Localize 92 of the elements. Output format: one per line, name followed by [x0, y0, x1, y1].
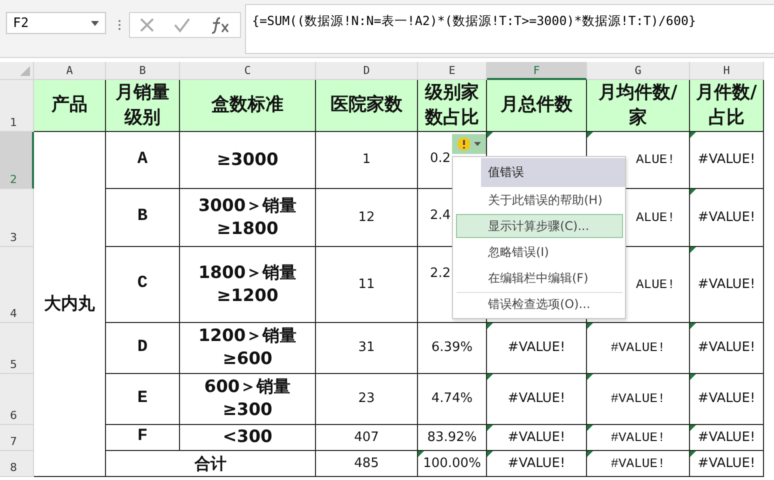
level-cell: D — [106, 323, 180, 374]
menu-item[interactable]: 错误检查选项(O)... — [456, 292, 623, 316]
dropdown-caret-icon[interactable] — [91, 20, 99, 26]
column-header[interactable]: C — [180, 62, 316, 80]
error-indicator-icon — [418, 451, 424, 457]
header-cell: 医院家数 — [316, 80, 418, 132]
row-header[interactable]: 5 — [0, 323, 34, 374]
level-cell: E — [106, 374, 180, 425]
row-header[interactable]: 3 — [0, 189, 34, 247]
error-indicator-icon — [690, 323, 696, 329]
header-cell: 产品 — [34, 80, 106, 132]
error-indicator-icon — [690, 247, 696, 253]
table-cell: #VALUE! — [690, 451, 764, 477]
error-indicator-icon — [587, 425, 593, 431]
column-header[interactable]: A — [34, 62, 106, 80]
table-cell: #VALUE! — [587, 323, 690, 374]
column-header[interactable]: E — [418, 62, 487, 80]
error-indicator-icon — [487, 451, 493, 457]
table-cell: #VALUE! — [690, 247, 764, 323]
column-header[interactable]: H — [690, 62, 764, 80]
table-cell: 485 — [316, 451, 418, 477]
standard-cell: 3000＞销量≥1800 — [180, 189, 316, 247]
table-cell: #VALUE! — [587, 374, 690, 425]
table-cell: #VALUE! — [690, 374, 764, 425]
column-header[interactable]: B — [106, 62, 180, 80]
row-header[interactable]: 1 — [0, 80, 34, 132]
table-cell: #VALUE! — [587, 425, 690, 451]
select-all-triangle-icon — [20, 66, 30, 76]
column-header[interactable]: D — [316, 62, 418, 80]
row-header[interactable]: 6 — [0, 374, 34, 425]
error-indicator-icon — [487, 374, 493, 380]
level-cell: F — [106, 425, 180, 451]
checkmark-icon[interactable] — [173, 17, 191, 33]
table-cell: #VALUE! — [487, 323, 587, 374]
formula-field[interactable]: {=SUM((数据源!N:N=表一!A2)*(数据源!T:T>=3000)*数据源!T:T)/600} — [245, 4, 774, 54]
table-cell: #VALUE! — [487, 425, 587, 451]
menu-item[interactable]: 显示计算步骤(C)... — [456, 214, 623, 238]
table-cell: #VALUE! — [690, 425, 764, 451]
table-cell: #VALUE! — [487, 374, 587, 425]
error-indicator-icon — [690, 374, 696, 380]
level-cell: C — [106, 247, 180, 323]
error-indicator-icon — [690, 189, 696, 195]
header-cell: 月件数/占比 — [690, 80, 764, 132]
standard-cell: 1800＞销量≥1200 — [180, 247, 316, 323]
function-icon[interactable] — [209, 16, 231, 34]
total-label-cell: 合计 — [106, 451, 316, 477]
table-cell: 100.00% — [418, 451, 487, 477]
error-indicator-icon — [587, 374, 593, 380]
error-indicator-icon — [690, 132, 696, 138]
table-cell: 12 — [316, 189, 418, 247]
error-indicator-icon — [690, 451, 696, 457]
standard-cell: ≥3000 — [180, 132, 316, 189]
standard-cell: 600＞销量≥300 — [180, 374, 316, 425]
table-cell: 23 — [316, 374, 418, 425]
error-options-button[interactable] — [452, 134, 486, 154]
menu-title: 值错误 — [481, 158, 625, 187]
cell-reference: F2 — [13, 16, 29, 30]
standard-cell: <300 — [180, 425, 316, 451]
row-header[interactable]: 2 — [0, 132, 34, 189]
table-cell: #VALUE! — [690, 189, 764, 247]
table-cell: 11 — [316, 247, 418, 323]
product-cell: 大内丸 — [34, 132, 106, 477]
table-cell: #VALUE! — [690, 323, 764, 374]
row-header[interactable]: 8 — [0, 451, 34, 477]
error-indicator-icon — [587, 451, 593, 457]
row-header[interactable]: 7 — [0, 425, 34, 451]
error-indicator-icon — [487, 425, 493, 431]
caret-icon — [474, 142, 481, 146]
table-cell: 407 — [316, 425, 418, 451]
level-cell: A — [106, 132, 180, 189]
column-header[interactable]: G — [587, 62, 690, 80]
table-cell: 31 — [316, 323, 418, 374]
error-indicator-icon — [587, 132, 593, 138]
level-cell: B — [106, 189, 180, 247]
table-cell: 1 — [316, 132, 418, 189]
header-cell: 盒数标准 — [180, 80, 316, 132]
standard-cell: 1200＞销量≥600 — [180, 323, 316, 374]
error-indicator-icon — [690, 425, 696, 431]
table-cell: #VALUE! — [487, 451, 587, 477]
row-header[interactable]: 4 — [0, 247, 34, 323]
name-box[interactable]: F2 — [6, 12, 106, 34]
column-header[interactable]: F — [487, 62, 587, 80]
table-cell: 6.39% — [418, 323, 487, 374]
table-cell: 4.74% — [418, 374, 487, 425]
table-cell: 83.92% — [418, 425, 487, 451]
table-cell: #VALUE! — [690, 132, 764, 189]
header-cell: 月均件数/家 — [587, 80, 690, 132]
header-cell: 级别家数占比 — [418, 80, 487, 132]
table-cell: #VALUE! — [587, 451, 690, 477]
warning-icon — [457, 137, 470, 151]
header-cell: 月总件数 — [487, 80, 587, 132]
header-cell: 月销量级别 — [106, 80, 180, 132]
